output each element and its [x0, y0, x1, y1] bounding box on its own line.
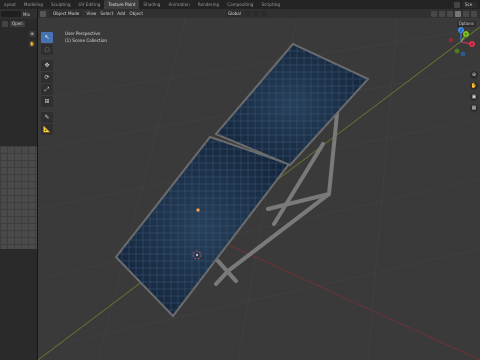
- image-editor-header: Mix: [0, 9, 37, 19]
- menu-add[interactable]: Add: [117, 11, 125, 16]
- solid-shading-icon[interactable]: [455, 10, 461, 17]
- camera-icon[interactable]: ▣: [470, 93, 478, 101]
- workspace-tabs-bar: ayout Modeling Sculpting UV Editing Text…: [0, 0, 480, 9]
- menu-select[interactable]: Select: [100, 11, 113, 16]
- collection-label: (1) Scene Collection: [65, 38, 108, 43]
- overlay-icon[interactable]: [439, 10, 445, 17]
- open-image-button[interactable]: Open: [10, 20, 25, 27]
- pan-hand-icon[interactable]: ✋: [470, 82, 478, 90]
- tab-rendering[interactable]: Rendering: [194, 0, 223, 9]
- transform-controls: Global: [226, 10, 267, 17]
- rendered-shading-icon[interactable]: [471, 10, 477, 17]
- tab-animation[interactable]: Animation: [164, 0, 193, 9]
- object-origin[interactable]: [196, 208, 200, 212]
- pan-icon[interactable]: ✋: [29, 41, 35, 47]
- mode-selector[interactable]: Object Mode: [50, 10, 83, 17]
- 3d-cursor-center: [196, 254, 198, 256]
- shading-controls: [431, 10, 480, 17]
- image-editor-subheader: Open: [0, 19, 37, 28]
- tool-shelf: ↖ ◌ ✥ ⟳ ⤢ ⊞ ✎ 📐: [41, 32, 53, 135]
- visibility-icon[interactable]: [431, 10, 437, 17]
- 3d-viewport[interactable]: Object Mode View Select Add Object Globa…: [38, 9, 480, 360]
- image-editor-nav: ⊕ ✋: [29, 31, 35, 47]
- navigation-gizmo[interactable]: X Y Z: [446, 27, 476, 57]
- zoom-icon[interactable]: ⊕: [29, 31, 35, 37]
- blend-mode-label[interactable]: Mix: [23, 12, 30, 17]
- snap-icon[interactable]: [252, 10, 259, 17]
- menu-object[interactable]: Object: [129, 11, 143, 16]
- image-canvas-grid[interactable]: [0, 146, 37, 249]
- tab-scripting[interactable]: Scripting: [257, 0, 284, 9]
- viewport-scene[interactable]: [38, 9, 480, 360]
- tab-shading[interactable]: Shading: [139, 0, 164, 9]
- proportional-edit-icon[interactable]: [260, 10, 267, 17]
- solar-panel-lower-cells: [116, 137, 289, 316]
- zoom-icon[interactable]: ⊕: [470, 71, 478, 79]
- tab-compositing[interactable]: Compositing: [223, 0, 257, 9]
- menu-view[interactable]: View: [86, 11, 96, 16]
- view-type-label: User Perspective: [65, 31, 101, 36]
- gizmo-neg-z[interactable]: [460, 51, 466, 57]
- scene-name[interactable]: Sce: [463, 1, 477, 8]
- annotate-icon[interactable]: ✎: [41, 112, 53, 123]
- image-editor-panel: Mix Open ⊕ ✋: [0, 9, 38, 360]
- viewport-info: User Perspective (1) Scene Collection: [65, 30, 107, 44]
- image-editor-field[interactable]: [1, 11, 21, 17]
- gizmo-neg-x[interactable]: [448, 37, 454, 43]
- move-icon[interactable]: ✥: [41, 60, 53, 71]
- transform-icon[interactable]: ⊞: [41, 96, 53, 107]
- image-icon[interactable]: [2, 20, 8, 27]
- scene-selector[interactable]: Sce: [454, 1, 480, 8]
- rotate-icon[interactable]: ⟳: [41, 72, 53, 83]
- transform-orientation[interactable]: Global: [226, 10, 243, 17]
- tab-modeling[interactable]: Modeling: [20, 0, 47, 9]
- gizmo-neg-y[interactable]: [454, 48, 460, 54]
- x-axis-line: [193, 228, 480, 360]
- tab-sculpting[interactable]: Sculpting: [47, 0, 75, 9]
- tab-texture-paint[interactable]: Texture Paint: [104, 0, 140, 9]
- tab-uv-editing[interactable]: UV Editing: [75, 0, 105, 9]
- scale-icon[interactable]: ⤢: [41, 84, 53, 95]
- grid-icon[interactable]: ▦: [470, 104, 478, 112]
- viewport-nav-buttons: ⊕ ✋ ▣ ▦: [470, 71, 478, 112]
- select-circle-icon[interactable]: ◌: [41, 44, 53, 55]
- cursor-icon[interactable]: ↖: [41, 32, 53, 43]
- xray-icon[interactable]: [447, 10, 453, 17]
- editor-type-icon[interactable]: [40, 10, 46, 17]
- measure-icon[interactable]: 📐: [41, 124, 53, 135]
- viewport-header: Object Mode View Select Add Object Globa…: [38, 9, 480, 18]
- pivot-icon[interactable]: [244, 10, 251, 17]
- tab-layout[interactable]: ayout: [0, 0, 20, 9]
- scene-icon: [454, 1, 460, 8]
- material-shading-icon[interactable]: [463, 10, 469, 17]
